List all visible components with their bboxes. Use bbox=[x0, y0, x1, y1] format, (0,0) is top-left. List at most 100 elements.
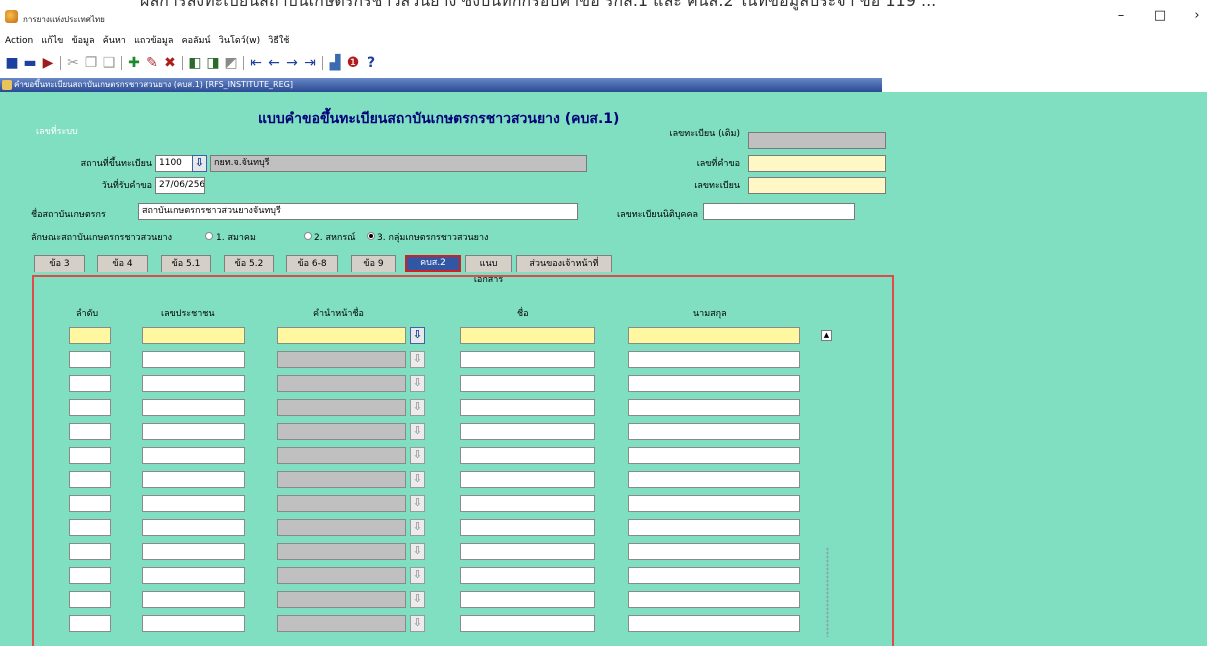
tab-item-4[interactable]: ข้อ 4 bbox=[97, 255, 148, 272]
exit-icon[interactable]: ▶ bbox=[40, 55, 56, 71]
title-lov-icon[interactable]: ⇩ bbox=[410, 567, 425, 584]
menu-edit[interactable]: แก้ไข bbox=[41, 31, 63, 51]
tab-item-5-1[interactable]: ข้อ 5.1 bbox=[161, 255, 211, 272]
reg-place-lov-icon[interactable]: ⇩ bbox=[192, 155, 207, 172]
seq-cell[interactable] bbox=[69, 591, 111, 608]
last-name-cell[interactable] bbox=[628, 519, 800, 536]
last-name-cell[interactable] bbox=[628, 351, 800, 368]
citizen-id-cell[interactable] bbox=[142, 423, 245, 440]
first-name-cell[interactable] bbox=[460, 615, 595, 632]
execute-query-icon[interactable]: ◨ bbox=[205, 55, 221, 71]
title-lov-icon[interactable]: ⇩ bbox=[410, 399, 425, 416]
menu-window[interactable]: วินโดว์(w) bbox=[219, 31, 260, 51]
tab-officer-section[interactable]: ส่วนของเจ้าหน้าที่ bbox=[516, 255, 612, 272]
chart-icon[interactable]: ▟ bbox=[327, 55, 343, 71]
seq-cell[interactable] bbox=[69, 615, 111, 632]
previous-record-icon[interactable]: ← bbox=[266, 55, 282, 71]
first-name-cell[interactable] bbox=[460, 591, 595, 608]
tab-item-9[interactable]: ข้อ 9 bbox=[351, 255, 396, 272]
citizen-id-cell[interactable] bbox=[142, 375, 245, 392]
citizen-id-cell[interactable] bbox=[142, 615, 245, 632]
seq-cell[interactable] bbox=[69, 495, 111, 512]
first-name-cell[interactable] bbox=[460, 351, 595, 368]
first-name-cell[interactable] bbox=[460, 495, 595, 512]
citizen-id-cell[interactable] bbox=[142, 567, 245, 584]
type-radio-farmer-group[interactable] bbox=[367, 232, 375, 240]
title-cell[interactable] bbox=[277, 327, 406, 344]
last-name-cell[interactable] bbox=[628, 591, 800, 608]
juristic-no-field[interactable] bbox=[703, 203, 855, 220]
scroll-up-arrow-icon[interactable]: ▲ bbox=[821, 330, 832, 341]
first-record-icon[interactable]: ⇤ bbox=[248, 55, 264, 71]
title-lov-icon[interactable]: ⇩ bbox=[410, 543, 425, 560]
maximize-button[interactable]: □ bbox=[1146, 6, 1174, 26]
cut-icon[interactable]: ✂ bbox=[65, 55, 81, 71]
title-lov-icon[interactable]: ⇩ bbox=[410, 471, 425, 488]
citizen-id-cell[interactable] bbox=[142, 543, 245, 560]
title-lov-icon[interactable]: ⇩ bbox=[410, 375, 425, 392]
citizen-id-cell[interactable] bbox=[142, 519, 245, 536]
tab-attachments[interactable]: แนบเอกสาร bbox=[465, 255, 512, 285]
first-name-cell[interactable] bbox=[460, 327, 595, 344]
edit-icon[interactable]: ✎ bbox=[144, 55, 160, 71]
last-name-cell[interactable] bbox=[628, 399, 800, 416]
seq-cell[interactable] bbox=[69, 471, 111, 488]
first-name-cell[interactable] bbox=[460, 567, 595, 584]
first-name-cell[interactable] bbox=[460, 519, 595, 536]
minimize-button[interactable]: – bbox=[1107, 6, 1135, 26]
paste-icon[interactable]: ❑ bbox=[101, 55, 117, 71]
last-record-icon[interactable]: ⇥ bbox=[302, 55, 318, 71]
insert-record-icon[interactable]: ✚ bbox=[126, 55, 142, 71]
save-icon[interactable]: ■ bbox=[4, 55, 20, 71]
reg-no-field[interactable] bbox=[748, 177, 886, 194]
seq-cell[interactable] bbox=[69, 423, 111, 440]
citizen-id-cell[interactable] bbox=[142, 591, 245, 608]
menu-column[interactable]: คอลัมน์ bbox=[182, 31, 211, 51]
last-name-cell[interactable] bbox=[628, 471, 800, 488]
first-name-cell[interactable] bbox=[460, 447, 595, 464]
seq-cell[interactable] bbox=[69, 447, 111, 464]
last-name-cell[interactable] bbox=[628, 543, 800, 560]
title-lov-icon[interactable]: ⇩ bbox=[410, 447, 425, 464]
title-lov-icon[interactable]: ⇩ bbox=[410, 519, 425, 536]
citizen-id-cell[interactable] bbox=[142, 495, 245, 512]
cancel-query-icon[interactable]: ◩ bbox=[223, 55, 239, 71]
menu-action[interactable]: Action bbox=[5, 31, 33, 51]
tab-item-6-8[interactable]: ข้อ 6-8 bbox=[286, 255, 338, 272]
close-button[interactable]: › bbox=[1183, 6, 1207, 26]
first-name-cell[interactable] bbox=[460, 399, 595, 416]
type-radio-cooperative[interactable] bbox=[304, 232, 312, 240]
last-name-cell[interactable] bbox=[628, 567, 800, 584]
citizen-id-cell[interactable] bbox=[142, 399, 245, 416]
delete-record-icon[interactable]: ✖ bbox=[162, 55, 178, 71]
help-icon[interactable]: ? bbox=[363, 55, 379, 71]
title-lov-icon[interactable]: ⇩ bbox=[410, 327, 425, 344]
title-lov-icon[interactable]: ⇩ bbox=[410, 615, 425, 632]
next-record-icon[interactable]: → bbox=[284, 55, 300, 71]
old-reg-no-field[interactable] bbox=[748, 132, 886, 149]
menu-record[interactable]: แถวข้อมูล bbox=[134, 31, 173, 51]
last-name-cell[interactable] bbox=[628, 327, 800, 344]
title-lov-icon[interactable]: ⇩ bbox=[410, 591, 425, 608]
type-radio-association[interactable] bbox=[205, 232, 213, 240]
title-lov-icon[interactable]: ⇩ bbox=[410, 495, 425, 512]
first-name-cell[interactable] bbox=[460, 423, 595, 440]
citizen-id-cell[interactable] bbox=[142, 471, 245, 488]
menu-help[interactable]: วิธีใช้ bbox=[268, 31, 289, 51]
last-name-cell[interactable] bbox=[628, 423, 800, 440]
menu-search[interactable]: ค้นหา bbox=[103, 31, 126, 51]
request-no-field[interactable] bbox=[748, 155, 886, 172]
seq-cell[interactable] bbox=[69, 327, 111, 344]
tab-item-5-2[interactable]: ข้อ 5.2 bbox=[224, 255, 274, 272]
citizen-id-cell[interactable] bbox=[142, 327, 245, 344]
tab-kbs2[interactable]: คบส.2 bbox=[405, 255, 461, 272]
seq-cell[interactable] bbox=[69, 567, 111, 584]
query-icon[interactable]: ◧ bbox=[187, 55, 203, 71]
menu-data[interactable]: ข้อมูล bbox=[72, 31, 95, 51]
title-lov-icon[interactable]: ⇩ bbox=[410, 423, 425, 440]
print-icon[interactable]: ▬ bbox=[22, 55, 38, 71]
institute-name-field[interactable]: สถาบันเกษตรกรชาวสวนยางจันทบุรี bbox=[138, 203, 578, 220]
tab-item-3[interactable]: ข้อ 3 bbox=[34, 255, 85, 272]
seq-cell[interactable] bbox=[69, 375, 111, 392]
first-name-cell[interactable] bbox=[460, 375, 595, 392]
